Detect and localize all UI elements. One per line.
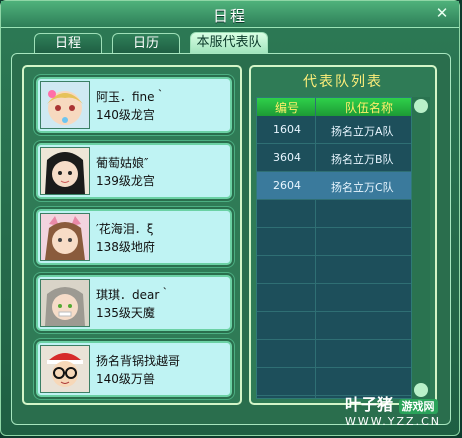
team-id: 1604 — [273, 123, 301, 136]
avatar — [40, 147, 90, 195]
table-row[interactable] — [257, 340, 411, 368]
member-card[interactable]: ′花海泪．ξ 138级地府 — [36, 209, 232, 265]
team-table: 编号 队伍名称 1604 扬名立万A队 3604 扬名立万B队 2604 扬名立… — [256, 97, 412, 399]
tab-calendar[interactable]: 日历 — [112, 33, 180, 53]
member-level-school: 138级地府 — [96, 240, 155, 254]
member-card[interactable]: 琪琪．dear｀ 135级天魔 — [36, 275, 232, 331]
table-row[interactable] — [257, 284, 411, 312]
table-row[interactable]: 3604 扬名立万B队 — [257, 144, 411, 172]
scroll-up-icon[interactable] — [414, 99, 428, 113]
team-name: 扬名立万C队 — [331, 181, 394, 194]
member-level-school: 139级龙宫 — [96, 174, 155, 188]
schedule-window: 日程 ✕ 日程 日历 本服代表队 阿玉．fine｀ 140级龙宫 葡萄姑娘″ 1… — [0, 0, 460, 436]
column-header-team-name: 队伍名称 — [345, 101, 394, 115]
member-card[interactable]: 阿玉．fine｀ 140级龙宫 — [36, 77, 232, 133]
member-panel: 阿玉．fine｀ 140级龙宫 葡萄姑娘″ 139级龙宫 ′花海泪．ξ 138级… — [22, 65, 242, 405]
tab-schedule[interactable]: 日程 — [34, 33, 102, 53]
watermark-url: WWW.YZZ.CN — [344, 415, 441, 428]
member-level-school: 140级龙宫 — [96, 108, 155, 122]
scrollbar[interactable] — [412, 97, 430, 399]
avatar — [40, 345, 90, 393]
member-name: 琪琪．dear｀ — [96, 288, 172, 302]
team-id: 3604 — [273, 151, 301, 164]
title-bar[interactable]: 日程 ✕ — [1, 1, 459, 28]
member-level-school: 135级天魔 — [96, 306, 155, 320]
member-card[interactable]: 扬名背锅找越哥 140级万兽 — [36, 341, 232, 397]
window-title: 日程 — [212, 7, 247, 25]
member-name: 扬名背锅找越哥 — [96, 354, 181, 368]
member-name: 阿玉．fine｀ — [96, 90, 167, 104]
table-row[interactable]: 1604 扬名立万A队 — [257, 116, 411, 144]
close-icon[interactable]: ✕ — [435, 6, 449, 21]
watermark-logo-text: 叶子猪 — [344, 395, 393, 414]
column-header-id: 编号 — [275, 101, 300, 115]
watermark-badge: 游戏网 — [398, 399, 438, 414]
member-name: 葡萄姑娘″ — [96, 156, 149, 170]
table-header: 编号 队伍名称 — [257, 98, 411, 116]
avatar — [40, 279, 90, 327]
table-row[interactable] — [257, 256, 411, 284]
table-row[interactable] — [257, 228, 411, 256]
member-name: ′花海泪．ξ — [96, 222, 154, 236]
team-id: 2604 — [273, 179, 301, 192]
table-row-selected[interactable]: 2604 扬名立万C队 — [257, 172, 411, 200]
team-list-title: 代表队列表 — [303, 74, 383, 90]
member-level-school: 140级万兽 — [96, 372, 155, 386]
table-row[interactable] — [257, 312, 411, 340]
watermark: 叶子猪 游戏网 WWW.YZZ.CN — [345, 391, 441, 428]
team-name: 扬名立万A队 — [331, 125, 394, 138]
tab-server-team[interactable]: 本服代表队 — [190, 32, 268, 54]
avatar — [40, 81, 90, 129]
table-row[interactable] — [257, 200, 411, 228]
avatar — [40, 213, 90, 261]
team-name: 扬名立万B队 — [331, 153, 394, 166]
member-card[interactable]: 葡萄姑娘″ 139级龙宫 — [36, 143, 232, 199]
